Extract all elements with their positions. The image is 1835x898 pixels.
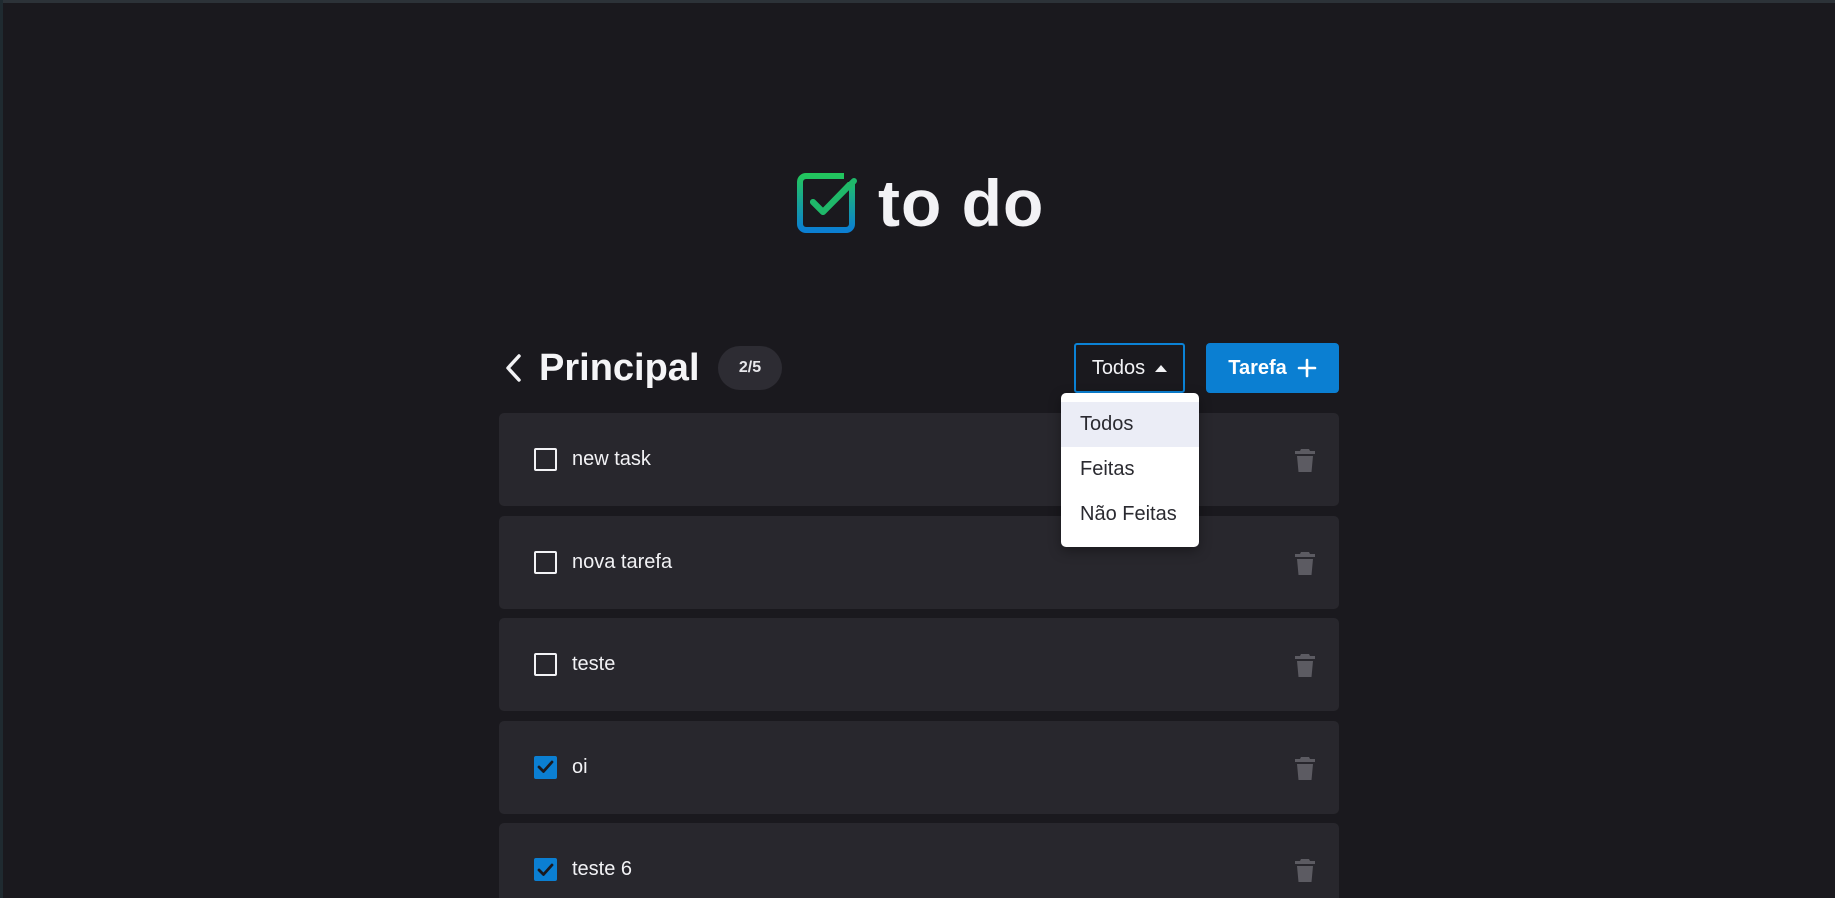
check-icon: [537, 863, 554, 876]
task-checkbox[interactable]: [534, 550, 557, 574]
filter-dropdown-button[interactable]: Todos: [1074, 343, 1185, 393]
task-item: teste 6: [499, 823, 1339, 898]
task-text: teste: [572, 653, 616, 675]
check-icon: [537, 760, 554, 773]
task-item: nova tarefa: [499, 515, 1339, 609]
task-text: oi: [572, 755, 588, 778]
filter-option-nao-feitas[interactable]: Não Feitas: [1061, 492, 1199, 537]
task-checkbox-checked[interactable]: [534, 755, 557, 779]
task-checkbox[interactable]: [534, 653, 557, 676]
filter-option-feitas[interactable]: Feitas: [1061, 447, 1199, 492]
app-logo: to do: [796, 168, 1044, 238]
window-left-border: [0, 0, 3, 898]
list-title: Principal: [539, 347, 700, 389]
task-list: new task nova tarefa teste oi teste 6: [499, 413, 1339, 898]
trash-icon[interactable]: [1294, 755, 1316, 781]
chevron-left-icon: [506, 354, 521, 382]
caret-up-icon: [1155, 364, 1168, 372]
filter-selected-label: Todos: [1091, 356, 1146, 379]
task-text: new task: [572, 448, 651, 470]
trash-icon[interactable]: [1294, 652, 1316, 678]
window-top-border: [0, 0, 1835, 3]
task-item: new task: [499, 413, 1339, 506]
task-count-badge: 2/5: [718, 346, 782, 390]
task-text: teste 6: [572, 858, 633, 880]
task-checkbox[interactable]: [534, 448, 557, 471]
plus-icon: [1297, 358, 1317, 378]
trash-icon[interactable]: [1294, 857, 1316, 883]
add-task-label: Tarefa: [1228, 356, 1287, 379]
list-header: Principal 2/5 Todos Tarefa: [499, 343, 1339, 393]
back-button[interactable]: [499, 352, 529, 384]
filter-dropdown-menu: Todos Feitas Não Feitas: [1061, 393, 1199, 547]
app-logo-text: to do: [878, 166, 1045, 240]
checkbox-logo-icon: [797, 172, 858, 233]
trash-icon[interactable]: [1294, 447, 1316, 473]
task-text: nova tarefa: [572, 550, 673, 573]
task-item: teste: [499, 618, 1339, 711]
task-item: oi: [499, 720, 1339, 814]
trash-icon[interactable]: [1294, 550, 1316, 576]
add-task-button[interactable]: Tarefa: [1206, 343, 1339, 393]
task-checkbox-checked[interactable]: [534, 858, 557, 881]
filter-option-todos[interactable]: Todos: [1061, 402, 1199, 447]
